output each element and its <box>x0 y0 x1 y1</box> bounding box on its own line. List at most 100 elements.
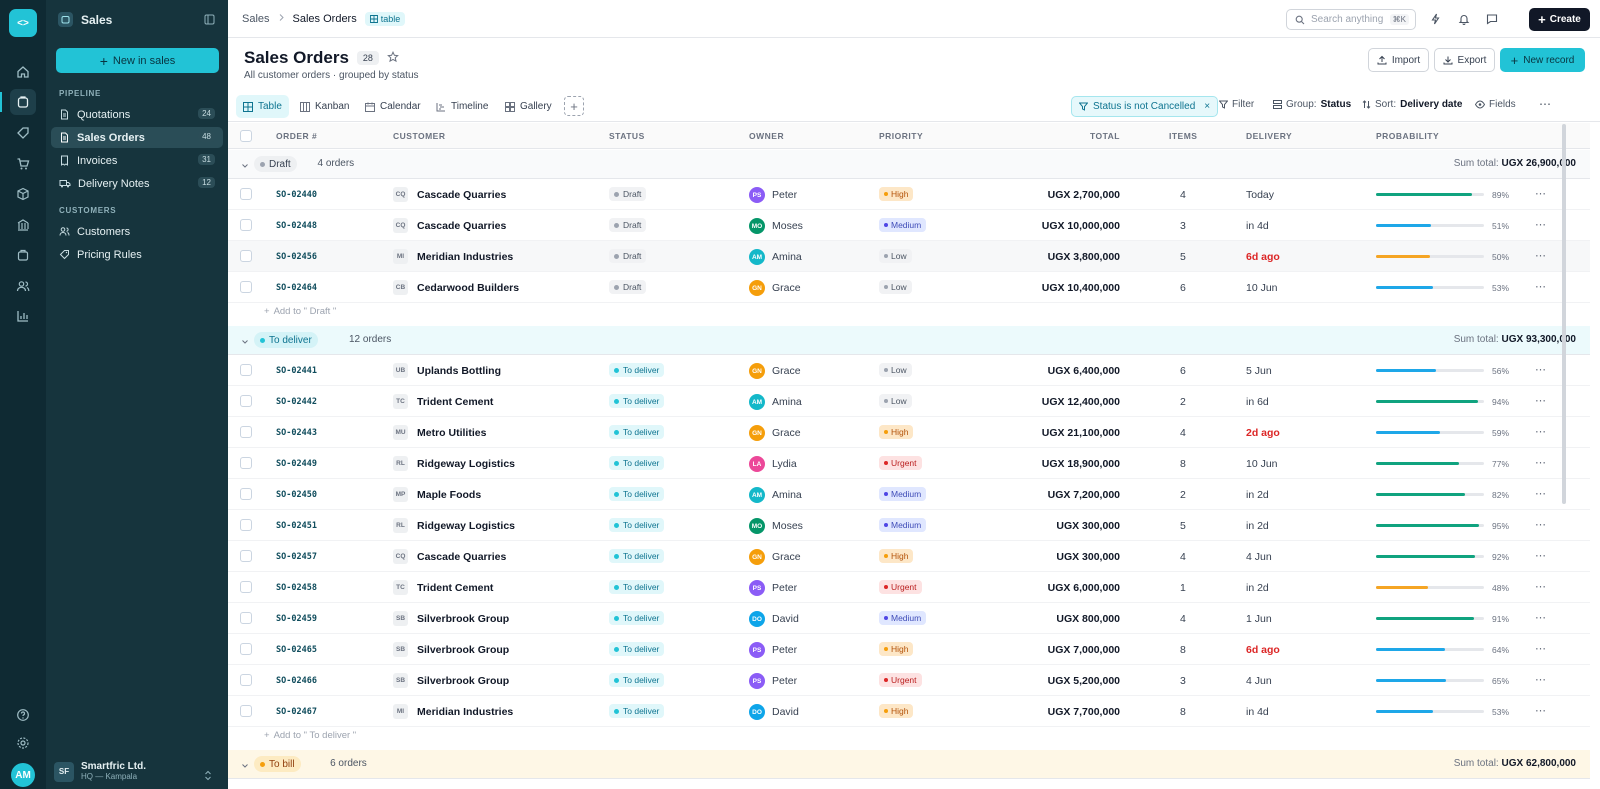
group-header-to-deliver[interactable]: To deliver 12 orders Sum total: UGX 93,300… <box>228 326 1590 355</box>
tab-timeline[interactable]: Timeline <box>429 95 495 118</box>
priority-badge[interactable]: Medium <box>879 218 927 232</box>
column-header-customer[interactable]: CUSTOMER <box>393 131 446 141</box>
column-header-order[interactable]: ORDER # <box>276 131 317 141</box>
customer-name[interactable]: Silverbrook Group <box>417 644 509 656</box>
chevron-updown-icon[interactable] <box>204 770 212 784</box>
priority-badge[interactable]: Medium <box>879 518 927 532</box>
customer-name[interactable]: Metro Utilities <box>417 427 486 439</box>
new-in-sales-button[interactable]: + New in sales <box>56 48 219 73</box>
customer-name[interactable]: Cedarwood Builders <box>417 282 519 294</box>
priority-badge[interactable]: Low <box>879 394 912 408</box>
close-icon[interactable]: × <box>1204 101 1210 112</box>
customer-name[interactable]: Maple Foods <box>417 489 481 501</box>
export-button[interactable]: Export <box>1434 48 1495 72</box>
status-badge[interactable]: To deliver <box>609 487 665 501</box>
sidebar-item-sales-orders[interactable]: Sales Orders 48 <box>51 127 223 148</box>
priority-badge[interactable]: Urgent <box>879 456 922 470</box>
order-number[interactable]: SO-02440 <box>276 190 317 200</box>
order-number[interactable]: SO-02465 <box>276 645 317 655</box>
add-row-button[interactable]: + Add to " Draft " <box>264 306 336 317</box>
priority-badge[interactable]: High <box>879 704 914 718</box>
column-header-owner[interactable]: OWNER <box>749 131 784 141</box>
scrollbar[interactable] <box>1562 124 1566 504</box>
box-icon[interactable] <box>10 181 36 207</box>
customer-name[interactable]: Cascade Quarries <box>417 189 506 201</box>
tab-table[interactable]: Table <box>236 95 289 118</box>
organization-switcher[interactable]: SF Smartfric Ltd. HQ — Kampala <box>54 761 146 782</box>
row-more-icon[interactable]: ⋯ <box>1535 363 1547 376</box>
priority-badge[interactable]: Urgent <box>879 580 922 594</box>
lightning-icon[interactable] <box>1428 11 1444 27</box>
chevron-down-icon[interactable] <box>241 335 249 349</box>
help-icon[interactable] <box>10 702 36 728</box>
select-all-checkbox[interactable] <box>240 130 252 142</box>
customer-name[interactable]: Cascade Quarries <box>417 220 506 232</box>
row-more-icon[interactable]: ⋯ <box>1535 187 1547 200</box>
import-button[interactable]: Import <box>1368 48 1429 72</box>
order-number[interactable]: SO-02442 <box>276 397 317 407</box>
new-record-button[interactable]: + New record <box>1500 48 1585 72</box>
row-more-icon[interactable]: ⋯ <box>1535 611 1547 624</box>
row-more-icon[interactable]: ⋯ <box>1535 673 1547 686</box>
table-row[interactable]: SO-02442 TC Trident Cement To deliver AM Amin… <box>228 386 1590 417</box>
row-more-icon[interactable]: ⋯ <box>1535 425 1547 438</box>
sidebar-item-invoices[interactable]: Invoices 31 <box>51 150 223 171</box>
table-row[interactable]: SO-02458 TC Trident Cement To deliver PS Pete… <box>228 572 1590 603</box>
column-header-status[interactable]: STATUS <box>609 131 645 141</box>
breadcrumb-sales-orders[interactable]: Sales Orders <box>293 13 357 25</box>
table-row[interactable]: SO-02466 SB Silverbrook Group To deliver PS P… <box>228 665 1590 696</box>
priority-badge[interactable]: Low <box>879 249 912 263</box>
table-row[interactable]: SO-02456 MI Meridian Industries Draft AM Amin… <box>228 241 1590 272</box>
customer-name[interactable]: Meridian Industries <box>417 251 513 263</box>
row-checkbox[interactable] <box>240 674 252 686</box>
order-number[interactable]: SO-02450 <box>276 490 317 500</box>
priority-badge[interactable]: Medium <box>879 487 927 501</box>
table-row[interactable]: SO-02457 CQ Cascade Quarries To deliver GN Gr… <box>228 541 1590 572</box>
status-badge[interactable]: Draft <box>609 249 647 263</box>
table-row[interactable]: SO-02464 CB Cedarwood Builders Draft GN Grace… <box>228 272 1590 303</box>
filter-button[interactable]: Filter <box>1219 99 1254 110</box>
customer-name[interactable]: Trident Cement <box>417 582 493 594</box>
table-row[interactable]: SO-02459 SB Silverbrook Group To deliver DO D… <box>228 603 1590 634</box>
order-number[interactable]: SO-02458 <box>276 583 317 593</box>
bell-icon[interactable] <box>1456 11 1472 27</box>
order-number[interactable]: SO-02457 <box>276 552 317 562</box>
status-badge[interactable]: To deliver <box>609 518 665 532</box>
customer-name[interactable]: Meridian Industries <box>417 706 513 718</box>
priority-badge[interactable]: Low <box>879 280 912 294</box>
add-row-button[interactable]: + Add to " To deliver " <box>264 730 356 741</box>
workspace-header[interactable]: Sales <box>58 12 112 27</box>
collapse-sidebar-icon[interactable] <box>204 14 215 28</box>
chat-icon[interactable] <box>1484 11 1500 27</box>
chevron-down-icon[interactable] <box>241 159 249 173</box>
row-more-icon[interactable]: ⋯ <box>1535 642 1547 655</box>
search-input[interactable]: Search anything ⌘K <box>1286 9 1416 30</box>
fields-button[interactable]: Fields <box>1475 99 1516 110</box>
tab-calendar[interactable]: Calendar <box>358 95 428 118</box>
customer-name[interactable]: Ridgeway Logistics <box>417 520 515 532</box>
row-checkbox[interactable] <box>240 395 252 407</box>
table-row[interactable]: SO-02440 CQ Cascade Quarries Draft PS Peter Hi… <box>228 179 1590 210</box>
column-header-priority[interactable]: PRIORITY <box>879 131 923 141</box>
order-number[interactable]: SO-02449 <box>276 459 317 469</box>
row-more-icon[interactable]: ⋯ <box>1535 580 1547 593</box>
order-number[interactable]: SO-02441 <box>276 366 317 376</box>
table-row[interactable]: SO-02443 MU Metro Utilities To deliver GN Gra… <box>228 417 1590 448</box>
table-row[interactable]: SO-02450 MP Maple Foods To deliver AM Amina Me… <box>228 479 1590 510</box>
priority-badge[interactable]: High <box>879 549 914 563</box>
customer-name[interactable]: Uplands Bottling <box>417 365 501 377</box>
customer-name[interactable]: Trident Cement <box>417 396 493 408</box>
column-header-total[interactable]: TOTAL <box>1090 131 1120 141</box>
create-button[interactable]: + Create <box>1529 8 1590 31</box>
row-more-icon[interactable]: ⋯ <box>1535 249 1547 262</box>
column-header-probability[interactable]: PROBABILITY <box>1376 131 1439 141</box>
order-number[interactable]: SO-02443 <box>276 428 317 438</box>
customer-name[interactable]: Silverbrook Group <box>417 675 509 687</box>
cart-icon[interactable] <box>10 151 36 177</box>
row-checkbox[interactable] <box>240 281 252 293</box>
order-number[interactable]: SO-02448 <box>276 221 317 231</box>
row-checkbox[interactable] <box>240 188 252 200</box>
row-checkbox[interactable] <box>240 457 252 469</box>
app-logo[interactable]: <> <box>9 9 37 37</box>
user-avatar[interactable]: AM <box>11 763 35 787</box>
